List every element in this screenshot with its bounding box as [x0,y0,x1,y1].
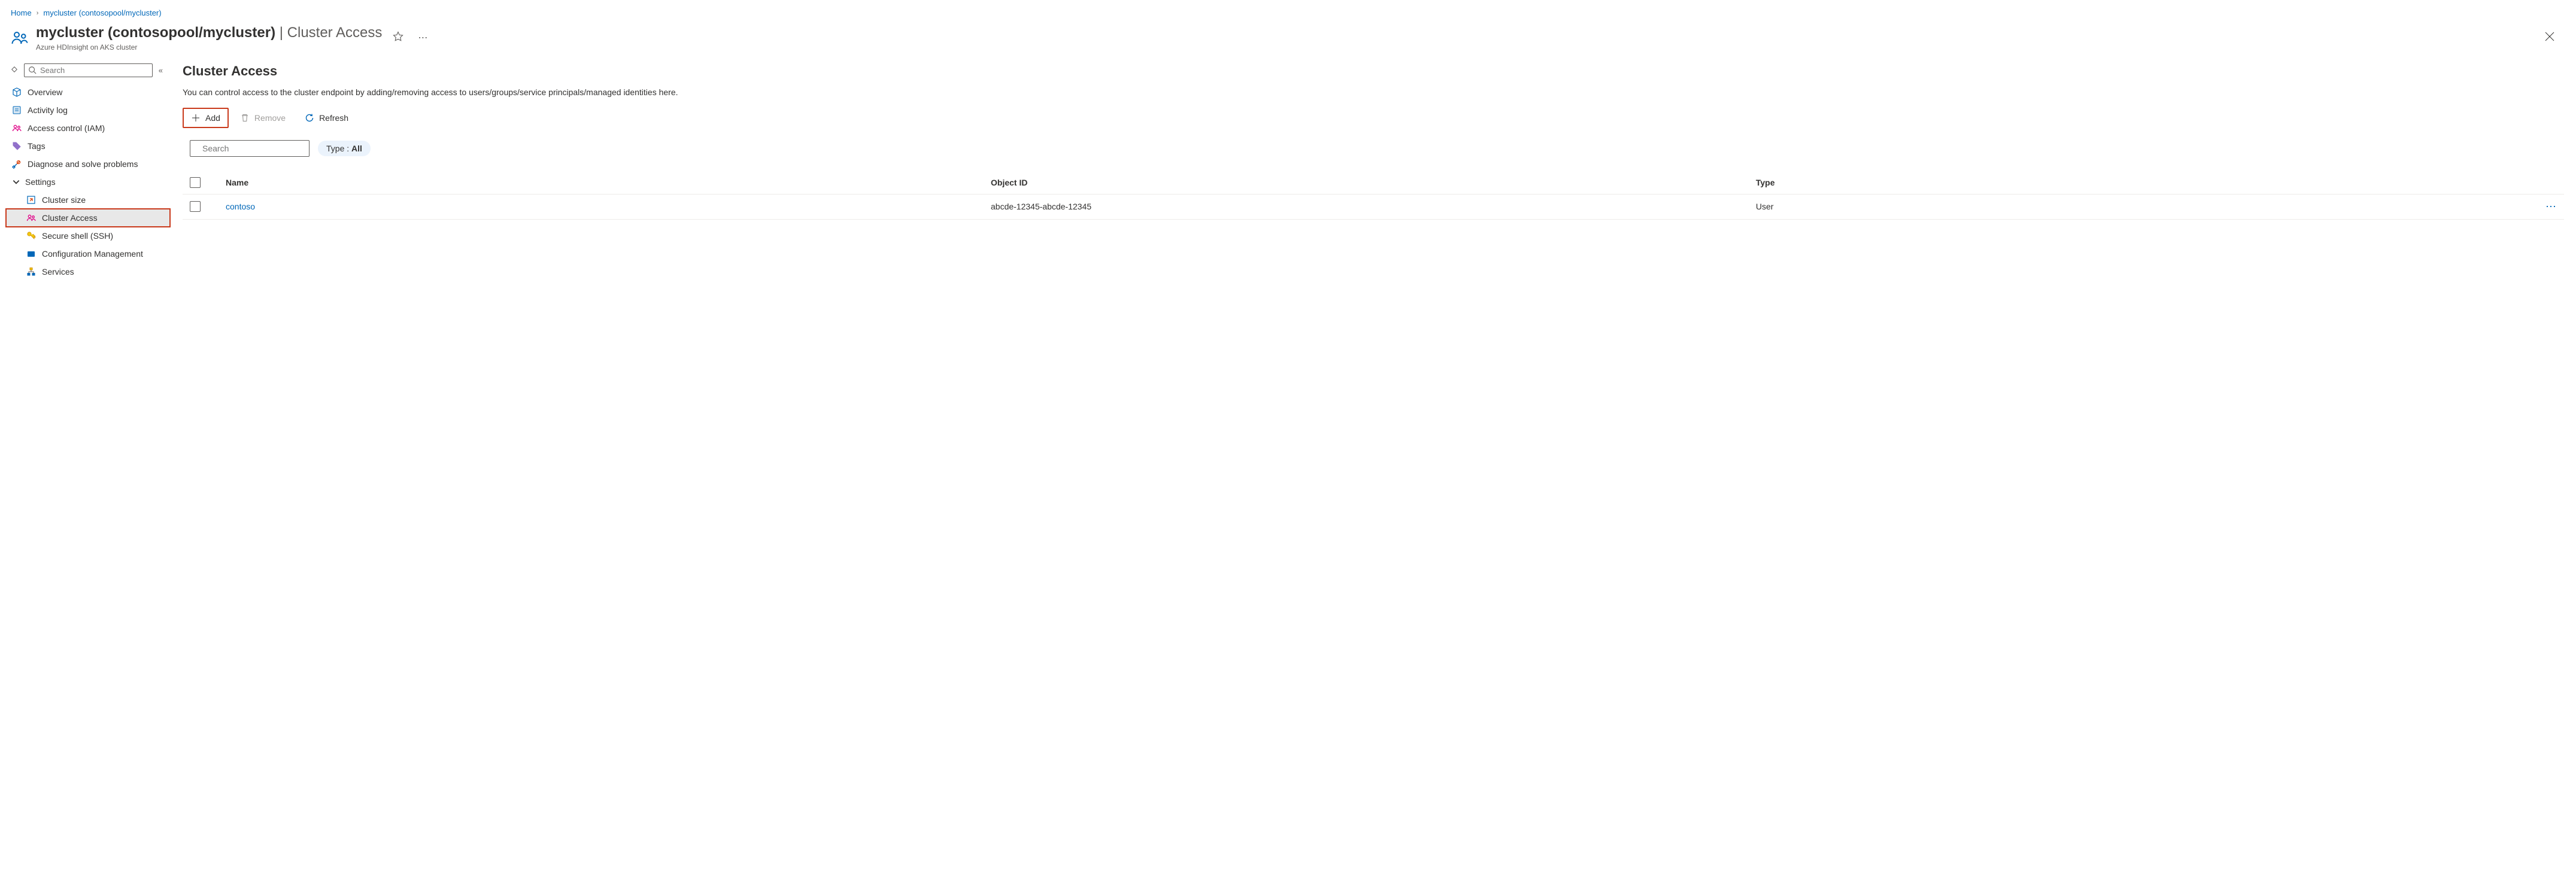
row-checkbox[interactable] [190,201,201,212]
sidebar-item-cluster-access[interactable]: Cluster Access [6,209,170,227]
star-icon [393,31,403,42]
folder-icon [26,249,36,259]
remove-button-label: Remove [254,113,286,123]
sidebar-section-label: Settings [25,177,56,187]
sidebar: « Overview Activity log Access contr [0,63,170,281]
sidebar-item-overview[interactable]: Overview [6,83,170,101]
sidebar-item-label: Diagnose and solve problems [28,159,138,169]
key-icon [26,231,36,241]
sidebar-item-label: Cluster size [42,195,86,205]
table-row: contoso abcde-12345-abcde-12345 User ⋯ [183,195,2564,220]
column-header-type[interactable]: Type [1756,178,2521,187]
chevron-right-icon: › [37,10,39,17]
sidebar-item-label: Tags [28,141,45,151]
ellipsis-icon: ⋯ [2545,200,2557,212]
sidebar-item-cluster-size[interactable]: Cluster size [6,191,170,209]
filter-search-input[interactable] [202,144,311,153]
trash-icon [240,113,250,123]
sidebar-item-label: Activity log [28,105,68,115]
access-table: Name Object ID Type contoso abcde-12345-… [183,171,2564,220]
filter-row: Type : All [183,140,2564,157]
main-heading: Cluster Access [183,63,2564,79]
column-header-name[interactable]: Name [226,178,991,187]
filter-type-label: Type : [326,144,351,153]
page-header: mycluster (contosopool/mycluster) | Clus… [0,21,2576,51]
resize-icon [26,195,36,205]
more-button[interactable]: ⋯ [414,28,431,47]
table-header-row: Name Object ID Type [183,171,2564,195]
filter-type-value: All [351,144,362,153]
add-button-label: Add [205,113,220,123]
sidebar-item-ssh[interactable]: Secure shell (SSH) [6,227,170,245]
sidebar-item-tags[interactable]: Tags [6,137,170,155]
filter-search[interactable] [190,140,310,157]
chevron-double-left-icon: « [159,66,163,75]
refresh-icon [305,113,314,123]
favorite-button[interactable] [389,28,407,48]
hierarchy-icon [26,267,36,277]
refresh-button-label: Refresh [319,113,348,123]
close-icon [2545,32,2554,41]
search-icon [28,66,37,74]
column-header-object-id[interactable]: Object ID [991,178,1756,187]
sidebar-search[interactable] [24,63,153,77]
row-actions-button[interactable]: ⋯ [2521,200,2557,213]
sidebar-item-activity-log[interactable]: Activity log [6,101,170,119]
log-icon [12,105,22,115]
sidebar-item-services[interactable]: Services [6,263,170,281]
collapse-sidebar-button[interactable]: « [156,63,165,77]
sidebar-item-label: Cluster Access [42,213,98,223]
sidebar-item-label: Overview [28,87,62,97]
people-icon [26,213,36,223]
row-name-link[interactable]: contoso [226,202,991,211]
plus-icon [191,113,201,123]
cube-icon [12,87,22,97]
refresh-button[interactable]: Refresh [297,108,356,127]
filter-type-pill[interactable]: Type : All [318,141,371,156]
row-type: User [1756,202,2521,211]
select-all-checkbox[interactable] [190,177,201,188]
sidebar-item-diagnose[interactable]: Diagnose and solve problems [6,155,170,173]
tools-icon [12,159,22,169]
sidebar-item-label: Access control (IAM) [28,123,105,133]
main-description: You can control access to the cluster en… [183,87,2564,97]
page-subtitle: Azure HDInsight on AKS cluster [36,43,382,51]
people-icon [12,123,22,133]
breadcrumb: Home › mycluster (contosopool/mycluster) [0,0,2576,21]
page-title: mycluster (contosopool/mycluster) | Clus… [36,25,382,42]
sidebar-item-label: Secure shell (SSH) [42,231,113,241]
row-object-id: abcde-12345-abcde-12345 [991,202,1756,211]
people-icon [11,29,29,47]
toolbar: Add Remove Refresh [183,108,2564,128]
remove-button[interactable]: Remove [232,108,293,127]
add-button[interactable]: Add [183,108,229,128]
sidebar-section-settings[interactable]: Settings [6,173,170,191]
sidebar-item-label: Services [42,267,74,277]
ellipsis-icon: ⋯ [418,33,427,43]
main-content: Cluster Access You can control access to… [170,63,2576,281]
sidebar-item-access-control[interactable]: Access control (IAM) [6,119,170,137]
diamond-icon [11,66,18,73]
sidebar-search-input[interactable] [40,66,148,75]
chevron-down-icon [12,178,20,186]
tag-icon [12,141,22,151]
pin-button[interactable] [8,63,20,77]
close-button[interactable] [2534,27,2565,49]
breadcrumb-current[interactable]: mycluster (contosopool/mycluster) [43,8,161,17]
sidebar-item-config-mgmt[interactable]: Configuration Management [6,245,170,263]
breadcrumb-home[interactable]: Home [11,8,32,17]
sidebar-item-label: Configuration Management [42,249,143,259]
